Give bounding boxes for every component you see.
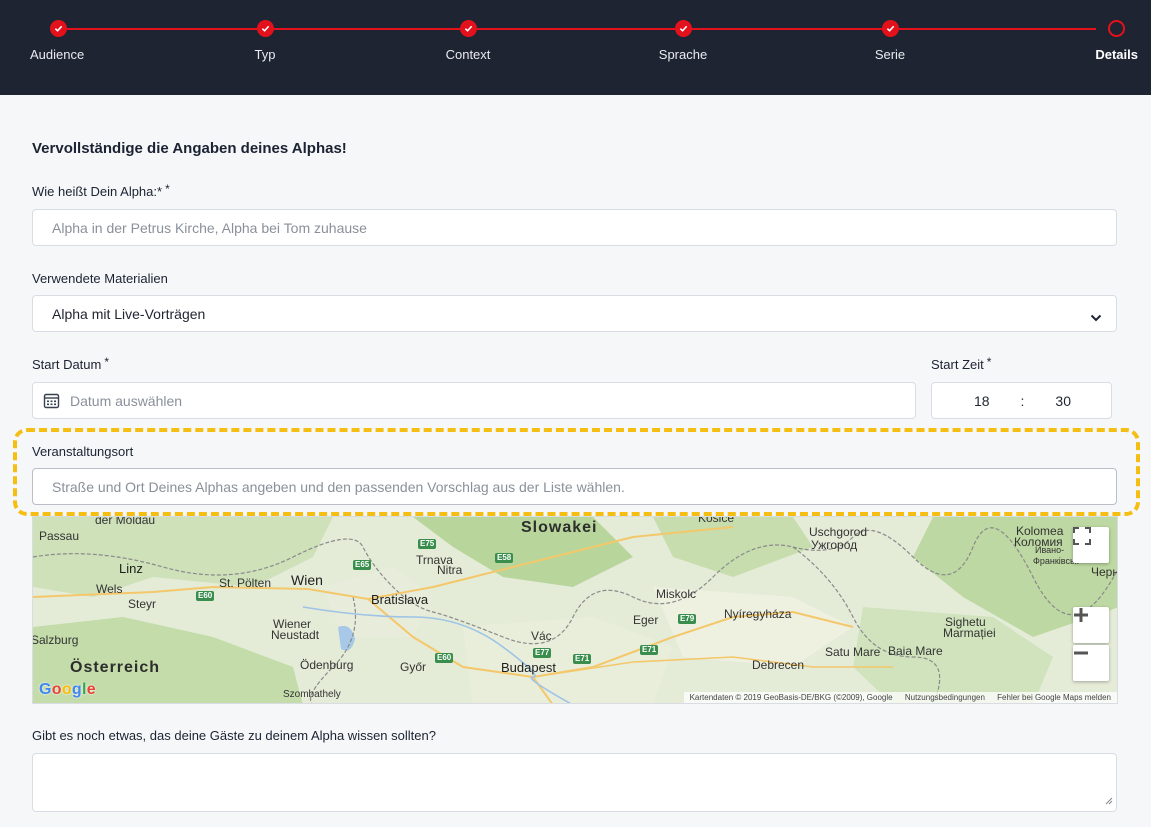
map-label: Steyr	[128, 597, 157, 611]
required-marker: *	[986, 355, 992, 369]
step-serie[interactable]: Serie	[830, 20, 950, 62]
map-label: Wien	[291, 572, 323, 588]
check-icon	[674, 20, 692, 37]
zoom-out-button[interactable]	[1073, 645, 1109, 681]
map-label: Ивано-	[1035, 545, 1065, 555]
map-label: Košice	[698, 516, 735, 525]
start-time-input[interactable]: 18 : 30	[931, 382, 1112, 419]
location-placeholder: Straße und Ort Deines Alphas angeben und…	[52, 478, 625, 495]
road-shield: E58	[495, 553, 514, 563]
google-logo: Google	[39, 681, 96, 698]
map-label: Marmației	[943, 626, 996, 640]
map-label: Debrecen	[752, 658, 805, 672]
notes-label: Gibt es noch etwas, das deine Gäste zu d…	[32, 728, 436, 743]
step-label: Typ	[254, 47, 276, 62]
step-label: Audience	[30, 47, 85, 62]
check-icon	[50, 20, 67, 37]
map-label: St. Pölten	[219, 576, 272, 590]
check-icon	[881, 20, 899, 37]
road-shield: E75	[418, 539, 437, 549]
map-label: der Moldau	[95, 516, 156, 527]
map-label: Vác	[531, 629, 552, 643]
map-label: Neustadt	[271, 628, 320, 642]
step-details[interactable]: Details	[1018, 20, 1138, 62]
check-icon	[256, 20, 274, 37]
map-label: Франківськ	[1033, 556, 1079, 566]
map-label: Österreich	[70, 659, 161, 676]
start-date-label: Start Datum *	[32, 355, 110, 372]
calendar-icon	[43, 392, 60, 409]
required-marker: *	[104, 355, 110, 369]
road-shield: E60	[435, 653, 454, 663]
minute-value[interactable]: 30	[1055, 393, 1071, 409]
map-label: Szombathely	[283, 689, 341, 700]
materials-value: Alpha mit Live-Vorträgen	[52, 305, 206, 322]
fullscreen-button[interactable]	[1073, 527, 1109, 563]
map-attribution: Kartendaten © 2019 GeoBasis-DE/BKG (©200…	[683, 692, 1117, 703]
map-label: Eger	[633, 613, 659, 627]
map-data-credit: Kartendaten © 2019 GeoBasis-DE/BKG (©200…	[689, 693, 893, 702]
terms-link[interactable]: Nutzungsbedingungen	[905, 693, 985, 702]
road-shield: E71	[640, 645, 659, 655]
map-label: Baia Mare	[888, 644, 943, 658]
start-date-input[interactable]: Datum auswählen	[32, 382, 916, 419]
notes-textarea[interactable]	[32, 753, 1117, 812]
location-input[interactable]: Straße und Ort Deines Alphas angeben und…	[32, 468, 1117, 505]
road-shield: E65	[353, 560, 372, 570]
road-shield: E60	[196, 591, 215, 601]
hour-value[interactable]: 18	[974, 393, 990, 409]
map-label: Satu Mare	[825, 645, 881, 659]
zoom-in-button[interactable]	[1073, 607, 1109, 643]
map-label: Ужгород	[811, 538, 858, 552]
map-label: Passau	[39, 529, 80, 543]
step-label: Serie	[874, 47, 906, 62]
step-typ[interactable]: Typ	[205, 20, 325, 62]
location-map[interactable]: der Moldau Passau Linz Wels Steyr St. Pö…	[32, 516, 1118, 704]
map-label: Miskolc	[656, 587, 697, 601]
required-marker: *	[165, 182, 170, 196]
materials-select[interactable]: Alpha mit Live-Vorträgen	[32, 295, 1117, 332]
map-label: Linz	[119, 561, 143, 576]
check-icon	[459, 20, 477, 37]
form-heading: Vervollständige die Angaben deines Alpha…	[32, 140, 347, 157]
map-label: Nitra	[437, 563, 463, 577]
map-label: Slowakei	[521, 519, 598, 536]
map-label: Bratislava	[371, 592, 429, 607]
step-label: Context	[445, 47, 491, 62]
step-audience[interactable]: Audience	[30, 20, 130, 62]
resize-grip-icon[interactable]	[1105, 792, 1113, 808]
map-label: Győr	[400, 660, 427, 674]
start-time-label-text: Start Zeit	[931, 357, 984, 372]
progress-stepper: Audience Typ Context Sprache Serie Detai…	[0, 0, 1151, 95]
start-date-label-text: Start Datum	[32, 357, 102, 372]
materials-label: Verwendete Materialien	[32, 271, 168, 286]
map-label: Черн	[1091, 565, 1118, 579]
report-error-link[interactable]: Fehler bei Google Maps melden	[997, 693, 1111, 702]
open-circle-icon	[1108, 20, 1125, 37]
start-date-placeholder: Datum auswählen	[70, 392, 183, 409]
road-shield: E71	[573, 654, 592, 664]
map-label: Ödenburg	[300, 658, 354, 672]
step-sprache[interactable]: Sprache	[623, 20, 743, 62]
location-label: Veranstaltungsort	[32, 444, 134, 459]
step-label: Details	[1095, 47, 1138, 62]
chevron-down-icon	[1090, 309, 1102, 325]
map-label: Nyíregyháza	[724, 607, 792, 621]
map-label: Salzburg	[32, 633, 79, 647]
alpha-name-placeholder: Alpha in der Petrus Kirche, Alpha bei To…	[52, 219, 367, 236]
name-label-text: Wie heißt Dein Alpha:*	[32, 184, 163, 199]
map-terrain	[33, 517, 1117, 703]
step-context[interactable]: Context	[408, 20, 528, 62]
map-label: Budapest	[501, 660, 556, 675]
map-label: Wels	[96, 582, 123, 596]
map-label: Uschgorod	[809, 525, 868, 539]
alpha-name-input[interactable]: Alpha in der Petrus Kirche, Alpha bei To…	[32, 209, 1117, 246]
road-shield: E77	[533, 648, 552, 658]
time-separator: :	[1020, 392, 1025, 409]
road-shield: E79	[678, 614, 697, 624]
name-label: Wie heißt Dein Alpha:* *	[32, 182, 170, 199]
start-time-label: Start Zeit *	[931, 355, 992, 372]
step-label: Sprache	[658, 47, 708, 62]
